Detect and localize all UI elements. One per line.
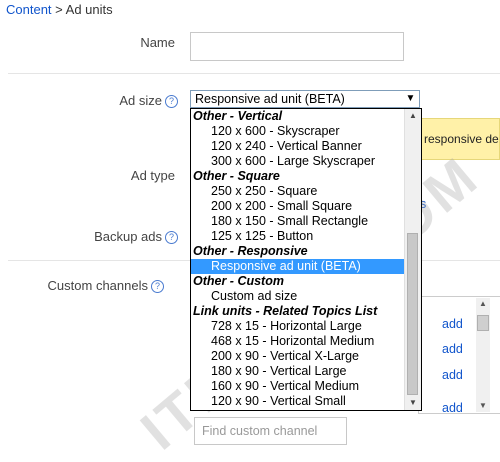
add-link[interactable]: add bbox=[442, 317, 463, 331]
dropdown-option[interactable]: Responsive ad unit (BETA) bbox=[191, 259, 421, 274]
option-group-label: Other - Vertical bbox=[193, 109, 283, 123]
breadcrumb: Content > Ad units bbox=[6, 2, 113, 17]
dropdown-options: Other - Vertical 120 x 600 - Skyscraper 12… bbox=[191, 109, 421, 409]
option-group-label: Other - Responsive bbox=[193, 244, 308, 258]
ad-size-select-value: Responsive ad unit (BETA) bbox=[195, 92, 345, 106]
dropdown-option[interactable]: 120 x 90 - Vertical Small bbox=[191, 394, 421, 409]
add-link[interactable]: add bbox=[442, 342, 463, 356]
backup-ads-label: Backup ads? bbox=[18, 229, 178, 244]
breadcrumb-current: Ad units bbox=[65, 2, 113, 17]
dropdown-scrollbar[interactable]: ▲ ▼ bbox=[404, 109, 421, 410]
scroll-up-icon[interactable]: ▲ bbox=[476, 298, 490, 310]
dropdown-option[interactable]: 250 x 250 - Square bbox=[191, 184, 421, 199]
dropdown-option[interactable]: 200 x 200 - Small Square bbox=[191, 199, 421, 214]
help-icon[interactable]: ? bbox=[165, 95, 178, 108]
channels-scrollbar[interactable]: ▲ ▼ bbox=[476, 298, 490, 412]
breadcrumb-separator: > bbox=[55, 2, 63, 17]
dropdown-option[interactable]: 300 x 600 - Large Skyscraper bbox=[191, 154, 421, 169]
dropdown-option[interactable]: Custom ad size bbox=[191, 289, 421, 304]
dropdown-option[interactable]: 180 x 150 - Small Rectangle bbox=[191, 214, 421, 229]
dropdown-option[interactable]: 200 x 90 - Vertical X-Large bbox=[191, 349, 421, 364]
name-input[interactable] bbox=[190, 32, 404, 61]
dropdown-option[interactable]: 120 x 240 - Vertical Banner bbox=[191, 139, 421, 154]
ad-size-select[interactable]: Responsive ad unit (BETA) ▼ bbox=[190, 90, 420, 108]
name-label: Name bbox=[140, 35, 175, 50]
scroll-thumb[interactable] bbox=[477, 315, 489, 331]
option-group-label: Link units - Related Topics List bbox=[193, 304, 378, 318]
dropdown-option[interactable]: 180 x 90 - Vertical Large bbox=[191, 364, 421, 379]
dropdown-option[interactable]: 160 x 90 - Vertical Medium bbox=[191, 379, 421, 394]
help-icon[interactable]: ? bbox=[151, 280, 164, 293]
ad-size-dropdown-list[interactable]: Other - Vertical 120 x 600 - Skyscraper 12… bbox=[190, 108, 422, 411]
ad-size-label: Ad size? bbox=[18, 93, 178, 108]
scroll-down-icon[interactable]: ▼ bbox=[476, 400, 490, 412]
option-group-label: Other - Custom bbox=[193, 274, 284, 288]
dropdown-option[interactable]: 120 x 600 - Skyscraper bbox=[191, 124, 421, 139]
dropdown-option[interactable]: 468 x 15 - Horizontal Medium bbox=[191, 334, 421, 349]
custom-channels-label: Custom channels? bbox=[4, 278, 164, 293]
help-icon[interactable]: ? bbox=[165, 231, 178, 244]
divider bbox=[8, 73, 500, 74]
ad-type-label: Ad type bbox=[130, 168, 175, 183]
scroll-thumb[interactable] bbox=[407, 233, 418, 395]
chevron-down-icon[interactable]: ▼ bbox=[404, 92, 417, 106]
add-link[interactable]: add bbox=[442, 368, 463, 382]
breadcrumb-content-link[interactable]: Content bbox=[6, 2, 52, 17]
add-link[interactable]: add bbox=[442, 401, 463, 415]
option-group-label: Other - Square bbox=[193, 169, 280, 183]
scroll-down-icon[interactable]: ▼ bbox=[405, 396, 421, 410]
scroll-up-icon[interactable]: ▲ bbox=[405, 109, 421, 123]
dropdown-option[interactable]: 125 x 125 - Button bbox=[191, 229, 421, 244]
dropdown-option[interactable]: 728 x 15 - Horizontal Large bbox=[191, 319, 421, 334]
